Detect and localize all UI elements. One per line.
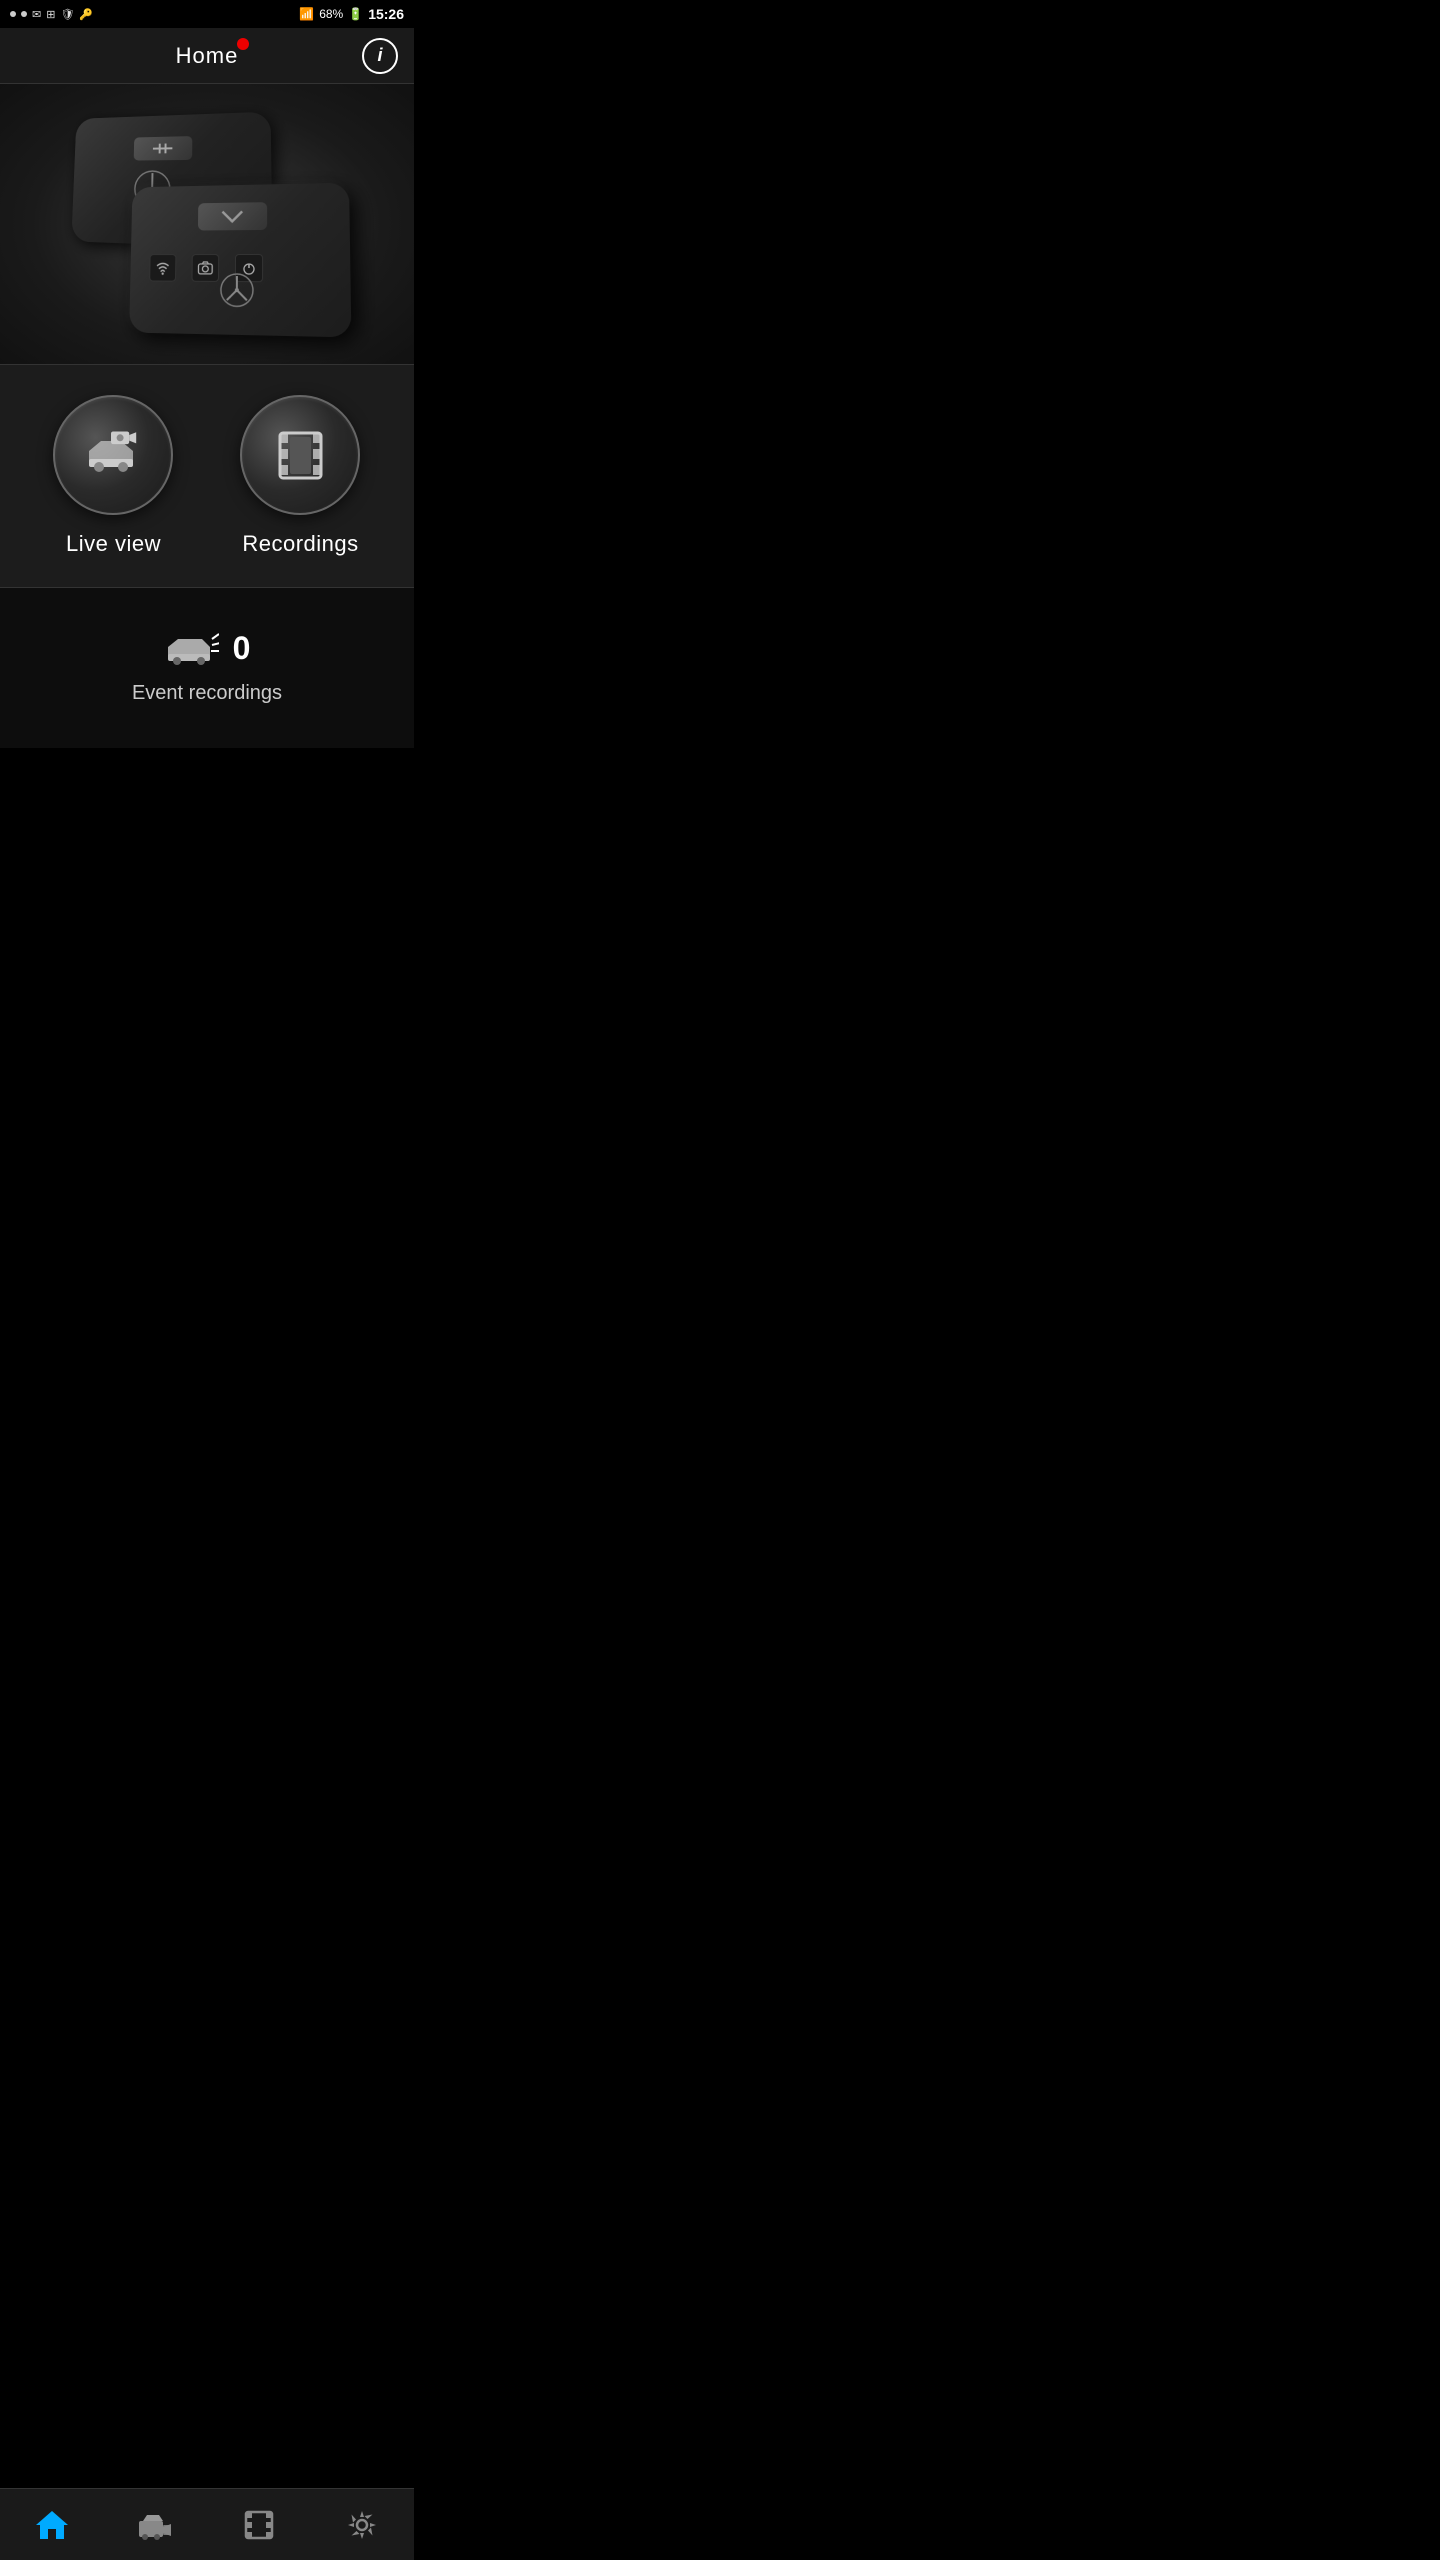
film-nav-icon: [241, 2507, 277, 2543]
home-icon: [34, 2507, 70, 2543]
recordings-icon: [268, 423, 333, 488]
header: Home i: [0, 28, 414, 84]
bottom-nav-home[interactable]: [0, 2489, 104, 2560]
recordings-button[interactable]: Recordings: [216, 395, 384, 557]
camera-button: [191, 254, 219, 282]
device-front-logo: [219, 272, 255, 317]
page-title: Home: [176, 43, 239, 69]
info-button[interactable]: i: [362, 38, 398, 74]
status-left-icons: ✉ ⊞ 🛡 🔑: [10, 8, 93, 21]
status-right-icons: 📶 68% 🔋 15:26: [299, 6, 404, 22]
status-time: 15:26: [368, 6, 404, 22]
event-count: 0: [233, 630, 251, 667]
recordings-label: Recordings: [242, 531, 358, 557]
live-view-button[interactable]: Live view: [29, 395, 197, 557]
status-wifi-icon: 📶: [299, 7, 314, 21]
live-view-icon: [81, 423, 146, 488]
status-mail-icon: ✉: [32, 8, 41, 21]
device-front: [129, 183, 351, 338]
live-view-label: Live view: [66, 531, 161, 557]
status-bar: ✉ ⊞ 🛡 🔑 📶 68% 🔋 15:26: [0, 0, 414, 28]
event-row: 0: [164, 628, 251, 668]
crash-car-icon: [164, 629, 219, 667]
event-label: Event recordings: [132, 682, 282, 705]
camera-nav-icon: [137, 2507, 173, 2543]
event-recordings-area: 0 Event recordings: [0, 588, 414, 748]
bottom-nav-camera[interactable]: [104, 2489, 208, 2560]
device-image-area: [0, 84, 414, 364]
wifi-button: [149, 254, 176, 282]
bottom-nav-recordings[interactable]: [207, 2489, 311, 2560]
status-key-icon: 🔑: [79, 8, 93, 21]
device-top-button: [198, 202, 267, 230]
status-dot-2: [21, 11, 27, 17]
settings-nav-icon: [344, 2507, 380, 2543]
status-battery-icon: 🔋: [348, 7, 363, 21]
recordings-circle: [240, 395, 360, 515]
device-back-button: [134, 136, 193, 160]
live-view-circle: [53, 395, 173, 515]
status-shield-icon: 🛡: [60, 8, 74, 21]
event-car-icon: [164, 628, 219, 668]
recording-dot: [237, 38, 249, 50]
bottom-nav-settings[interactable]: [311, 2489, 415, 2560]
status-dot-1: [10, 11, 16, 17]
bottom-navigation: [0, 2488, 414, 2560]
status-msg-icon: ⊞: [46, 8, 55, 21]
main-navigation: Live view Recordings: [0, 364, 414, 588]
device-container: [67, 104, 347, 344]
status-battery-text: 68%: [319, 7, 343, 21]
